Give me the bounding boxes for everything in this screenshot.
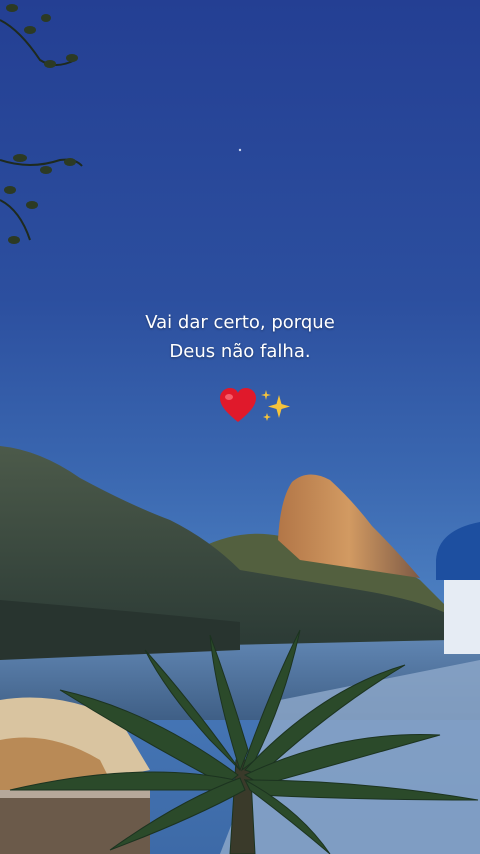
wall-cap bbox=[0, 790, 150, 798]
landscape-illustration bbox=[0, 4, 480, 854]
tower-wall bbox=[444, 572, 480, 654]
wooden-wall bbox=[0, 796, 150, 854]
sparkles-icon bbox=[261, 390, 290, 421]
tree-branch bbox=[0, 19, 83, 241]
emoji-row bbox=[0, 386, 480, 426]
caption-text: Vai dar certo, porque Deus não falha. bbox=[0, 308, 480, 366]
photo-background: Vai dar certo, porque Deus não falha. bbox=[0, 0, 480, 854]
heart-icon bbox=[220, 388, 256, 422]
tree-leaves bbox=[4, 4, 78, 244]
star bbox=[238, 148, 242, 152]
blue-dome bbox=[436, 522, 480, 580]
caption-line-2: Deus não falha. bbox=[169, 341, 311, 362]
caption-line-1: Vai dar certo, porque bbox=[145, 312, 335, 333]
